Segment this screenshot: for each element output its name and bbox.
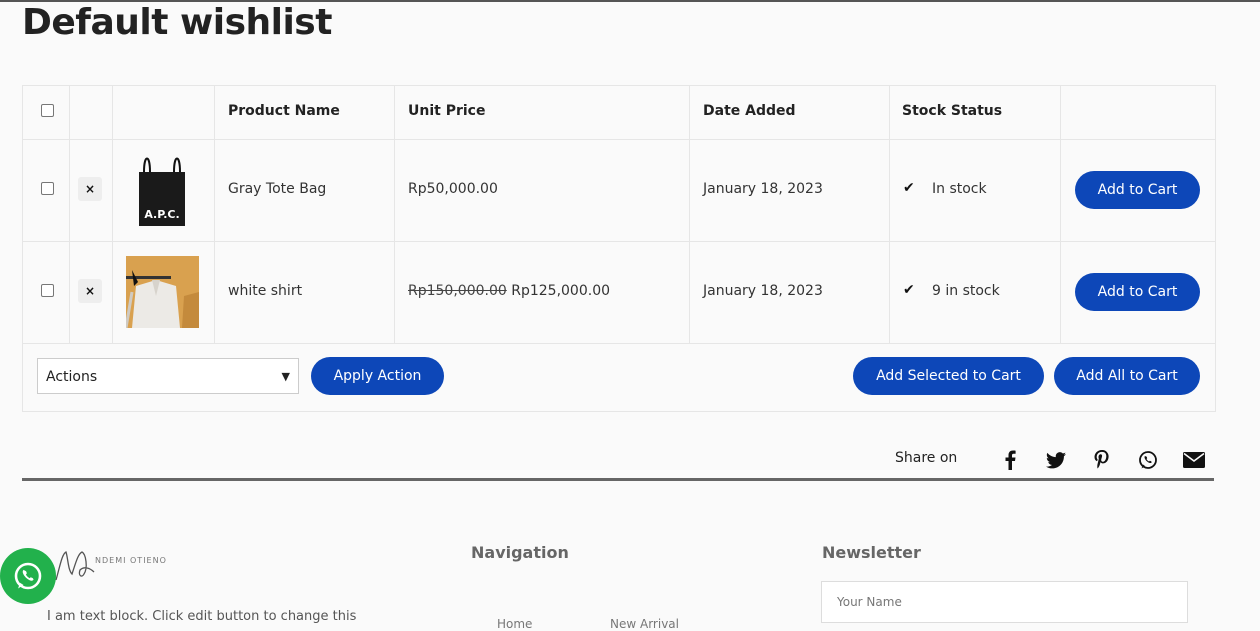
row-divider xyxy=(23,139,1215,140)
navigation-heading: Navigation xyxy=(471,543,569,562)
whatsapp-icon xyxy=(14,562,42,590)
product-name[interactable]: white shirt xyxy=(228,283,302,299)
nav-link-home[interactable]: Home xyxy=(497,617,532,631)
header-unit-price: Unit Price xyxy=(408,103,486,119)
section-divider xyxy=(22,478,1214,481)
actions-select[interactable]: Actions ▼ xyxy=(37,358,299,394)
tote-bag-brand-text: A.P.C. xyxy=(144,208,179,221)
date-added: January 18, 2023 xyxy=(703,181,823,197)
pinterest-icon[interactable] xyxy=(1090,448,1114,472)
logo-text: NDEMI OTIENO xyxy=(95,556,167,565)
date-added: January 18, 2023 xyxy=(703,283,823,299)
original-price: Rp150,000.00 xyxy=(408,283,507,299)
header-date-added: Date Added xyxy=(703,103,796,119)
check-icon: ✔ xyxy=(903,180,915,196)
email-icon[interactable] xyxy=(1182,448,1206,472)
unit-price: Rp50,000.00 xyxy=(408,181,498,197)
wishlist-table: Product Name Unit Price Date Added Stock… xyxy=(22,85,1216,412)
stock-status: 9 in stock xyxy=(932,283,1000,299)
tote-bag-image: A.P.C. xyxy=(139,157,185,226)
whatsapp-float-button[interactable] xyxy=(0,548,56,604)
apply-action-button[interactable]: Apply Action xyxy=(311,357,444,395)
row-divider xyxy=(23,343,1215,344)
unit-price: Rp150,000.00 Rp125,000.00 xyxy=(408,283,610,299)
add-selected-to-cart-button[interactable]: Add Selected to Cart xyxy=(853,357,1044,395)
row-checkbox[interactable] xyxy=(41,182,54,195)
remove-item-button[interactable]: × xyxy=(78,279,102,303)
col-divider xyxy=(1060,86,1061,343)
newsletter-heading: Newsletter xyxy=(822,543,921,562)
col-divider xyxy=(69,86,70,343)
sale-price: Rp125,000.00 xyxy=(511,283,611,299)
select-all-checkbox[interactable] xyxy=(41,104,54,117)
facebook-icon[interactable] xyxy=(998,448,1022,472)
add-to-cart-button[interactable]: Add to Cart xyxy=(1075,273,1200,311)
actions-select-value: Actions xyxy=(46,369,98,385)
product-thumbnail-white-shirt[interactable] xyxy=(124,256,199,329)
white-shirt-image xyxy=(124,256,199,329)
check-icon: ✔ xyxy=(903,282,915,298)
twitter-icon[interactable] xyxy=(1044,448,1068,472)
add-to-cart-button[interactable]: Add to Cart xyxy=(1075,171,1200,209)
whatsapp-icon[interactable] xyxy=(1136,448,1160,472)
col-divider xyxy=(889,86,890,343)
nav-link-new-arrival[interactable]: New Arrival xyxy=(610,617,679,631)
row-divider xyxy=(23,241,1215,242)
footer-text-block: I am text block. Click edit button to ch… xyxy=(47,609,357,624)
share-label: Share on xyxy=(895,450,958,466)
col-divider xyxy=(394,86,395,343)
product-thumbnail-tote-bag[interactable]: A.P.C. xyxy=(136,152,188,228)
stock-status: In stock xyxy=(932,181,987,197)
header-stock-status: Stock Status xyxy=(902,103,1003,119)
remove-item-button[interactable]: × xyxy=(78,177,102,201)
add-all-to-cart-button[interactable]: Add All to Cart xyxy=(1054,357,1200,395)
chevron-down-icon: ▼ xyxy=(281,370,290,383)
newsletter-name-input[interactable]: Your Name xyxy=(821,581,1188,623)
product-name[interactable]: Gray Tote Bag xyxy=(228,181,326,197)
page-title: Default wishlist xyxy=(22,2,332,43)
row-checkbox[interactable] xyxy=(41,284,54,297)
col-divider xyxy=(214,86,215,343)
col-divider xyxy=(689,86,690,343)
col-divider xyxy=(112,86,113,343)
logo-signature xyxy=(52,546,96,584)
header-product-name: Product Name xyxy=(228,103,340,119)
